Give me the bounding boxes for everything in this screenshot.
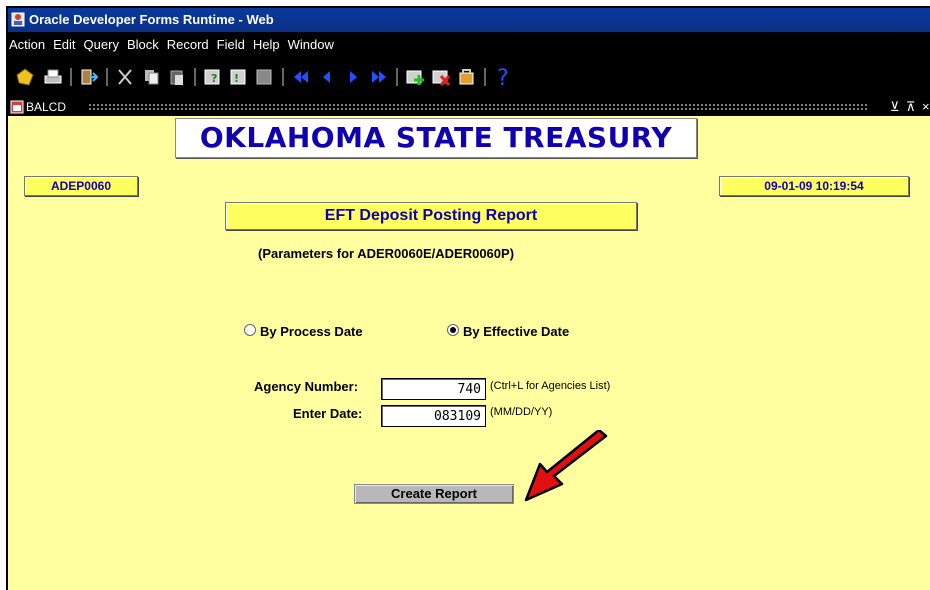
print-icon[interactable] xyxy=(42,66,64,88)
toolbar-separator xyxy=(484,68,486,86)
toolbar-separator xyxy=(396,68,398,86)
menu-window[interactable]: Window xyxy=(288,32,334,58)
datetime-badge: 09-01-09 10:19:54 xyxy=(719,176,909,196)
block-bar: BALCD ⊻ ⊼ × xyxy=(8,98,930,116)
next-record-icon[interactable] xyxy=(342,66,364,88)
title-bar: Oracle Developer Forms Runtime - Web xyxy=(8,8,930,32)
pointer-arrow-icon xyxy=(524,430,608,502)
close-icon[interactable]: × xyxy=(922,98,930,116)
radio-process-date-label[interactable]: By Process Date xyxy=(260,324,363,339)
form-id-badge: ADEP0060 xyxy=(24,176,138,196)
svg-text:?: ? xyxy=(497,66,509,89)
form-canvas: ADEP0060 OKLAHOMA STATE TREASURY 09-01-0… xyxy=(8,116,930,590)
toolbar-separator xyxy=(282,68,284,86)
toolbar-separator xyxy=(106,68,108,86)
menu-field[interactable]: Field xyxy=(217,32,245,58)
lock-record-icon[interactable] xyxy=(456,66,478,88)
menu-help[interactable]: Help xyxy=(253,32,280,58)
restore-icon[interactable]: ⊼ xyxy=(906,98,916,116)
enter-query-icon[interactable]: ? xyxy=(202,66,224,88)
help-icon[interactable]: ? xyxy=(492,66,514,89)
menu-action[interactable]: Action xyxy=(9,32,45,58)
agency-number-field[interactable]: 740 xyxy=(381,378,486,400)
delete-record-icon[interactable] xyxy=(430,66,452,88)
menu-query[interactable]: Query xyxy=(84,32,119,58)
parameters-label: (Parameters for ADER0060E/ADER0060P) xyxy=(258,246,515,261)
paste-icon[interactable] xyxy=(166,66,188,88)
menu-record[interactable]: Record xyxy=(167,32,209,58)
toolbar: ? ! ? xyxy=(8,58,930,98)
date-hint: (MM/DD/YY) xyxy=(490,406,553,418)
previous-block-icon[interactable] xyxy=(290,66,312,88)
enter-date-label: Enter Date: xyxy=(293,406,363,421)
agency-hint: (Ctrl+L for Agencies List) xyxy=(490,380,611,392)
exit-icon[interactable] xyxy=(78,66,100,88)
menu-edit[interactable]: Edit xyxy=(53,32,75,58)
toolbar-separator xyxy=(70,68,72,86)
menu-block[interactable]: Block xyxy=(127,32,159,58)
insert-record-icon[interactable] xyxy=(404,66,426,88)
forms-runtime-window: Oracle Developer Forms Runtime - Web Act… xyxy=(6,6,930,590)
minimize-icon[interactable]: ⊻ xyxy=(890,98,900,116)
block-bar-pattern xyxy=(88,103,868,111)
create-report-button[interactable]: Create Report xyxy=(354,484,514,504)
oracle-app-icon xyxy=(11,12,25,27)
cancel-query-icon[interactable] xyxy=(254,66,276,88)
previous-record-icon[interactable] xyxy=(316,66,338,88)
save-icon[interactable] xyxy=(14,66,36,88)
cut-icon[interactable] xyxy=(114,66,136,88)
next-block-icon[interactable] xyxy=(368,66,390,88)
window-title: Oracle Developer Forms Runtime - Web xyxy=(29,12,274,27)
block-window-icon xyxy=(10,100,24,114)
toolbar-separator xyxy=(194,68,196,86)
report-title: EFT Deposit Posting Report xyxy=(225,202,637,230)
menu-bar: Action Edit Query Block Record Field Help Windo… xyxy=(8,32,930,58)
radio-process-date[interactable] xyxy=(244,324,256,336)
execute-query-icon[interactable]: ! xyxy=(228,66,250,88)
org-title: OKLAHOMA STATE TREASURY xyxy=(175,118,697,158)
radio-effective-date-label[interactable]: By Effective Date xyxy=(463,324,569,339)
svg-text:?: ? xyxy=(211,72,217,85)
agency-number-label: Agency Number: xyxy=(254,379,359,394)
radio-effective-date[interactable] xyxy=(447,324,459,336)
copy-icon[interactable] xyxy=(140,66,162,88)
enter-date-field[interactable]: 083109 xyxy=(381,405,486,427)
svg-text:!: ! xyxy=(234,72,239,85)
block-name: BALCD xyxy=(26,100,67,114)
